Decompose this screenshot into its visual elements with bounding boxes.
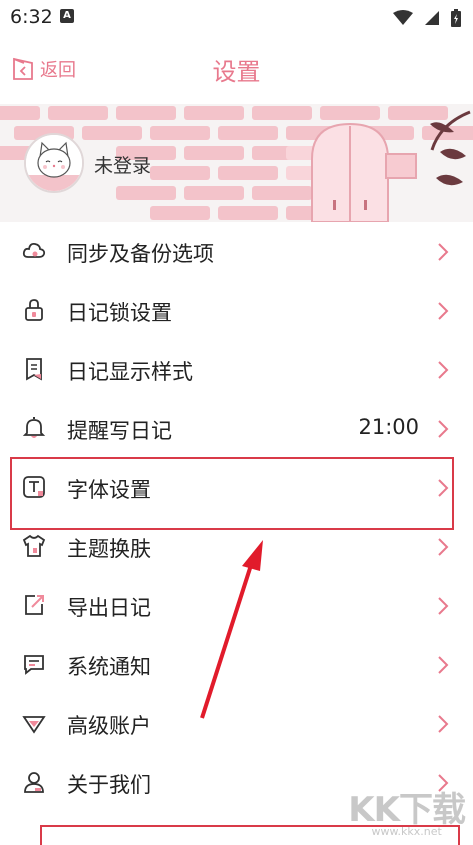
watermark: KK下载 www.kkx.net (348, 782, 466, 838)
annotation-arrow (200, 540, 263, 719)
watermark-text: KK下载 (348, 790, 466, 830)
